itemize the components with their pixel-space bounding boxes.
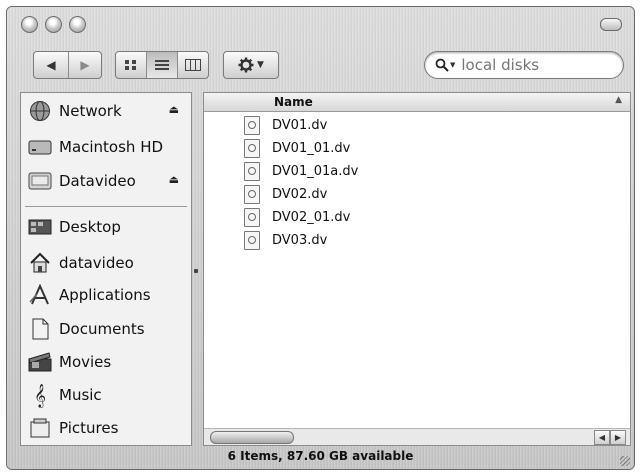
sidebar-item-documents[interactable]: Documents [27,315,187,343]
external-drive-icon [27,169,53,193]
horizontal-scrollbar[interactable]: ◀ ▶ [204,428,630,445]
file-list-pane: Name ▲ DV01.dv DV01_01.dv DV01_01a.dv DV… [203,92,631,446]
minimize-button[interactable] [45,16,62,33]
dv-file-icon [244,115,260,135]
file-row[interactable]: DV02.dv [244,183,327,205]
column-view-icon [185,59,201,71]
search-input[interactable] [459,55,614,75]
pictures-icon [27,416,53,440]
sidebar-divider [25,206,187,207]
dv-file-icon [244,207,260,227]
file-name: DV01.dv [272,117,328,133]
name-column-header[interactable]: Name [274,95,313,109]
sidebar: Network ⏏ Macintosh HD Datavideo ⏏ Deskt… [20,92,192,446]
file-name: DV01_01a.dv [272,163,359,179]
sidebar-item-label: Macintosh HD [59,138,164,156]
movies-icon [27,350,53,374]
sidebar-item-label: Applications [59,286,151,304]
hard-drive-icon [27,135,53,159]
file-name: DV01_01.dv [272,140,351,156]
action-menu-button[interactable]: ▼ [223,51,279,79]
scroll-right-arrow-icon[interactable]: ▶ [610,430,626,445]
sidebar-item-label: Movies [59,353,112,371]
sidebar-item-music[interactable]: 𝄞 Music [27,381,187,409]
applications-icon [27,283,53,307]
icon-view-icon [125,60,136,70]
sidebar-item-label: Documents [59,320,145,338]
zoom-button[interactable] [69,16,86,33]
file-name: DV03.dv [272,232,328,248]
chevron-down-icon: ▼ [257,60,264,70]
file-row[interactable]: DV01_01a.dv [244,160,358,182]
file-row[interactable]: DV02_01.dv [244,206,350,228]
dv-file-icon [244,161,260,181]
eject-icon[interactable]: ⏏ [169,173,179,186]
back-arrow-icon: ◀ [46,58,56,72]
sidebar-item-label: Datavideo [59,172,136,190]
scroll-left-arrow-icon[interactable]: ◀ [594,430,610,445]
sidebar-item-label: Desktop [59,218,121,236]
sidebar-item-network[interactable]: Network ⏏ [27,97,187,125]
sidebar-item-home[interactable]: datavideo [27,249,187,277]
close-button[interactable] [21,16,38,33]
finder-window: ◀ ▶ ▼ ▼ local disks Network ⏏ Macintosh … [6,6,635,470]
forward-arrow-icon: ▶ [80,58,90,72]
sidebar-item-label: datavideo [59,254,134,272]
column-header-bar: Name ▲ [204,93,630,112]
sidebar-resize-handle[interactable] [194,269,198,273]
file-row[interactable]: DV01_01.dv [244,137,350,159]
forward-button[interactable]: ▶ [69,52,101,78]
list-view-button[interactable] [147,52,178,78]
desktop-icon [27,215,53,239]
file-row[interactable]: DV03.dv [244,229,327,251]
window-controls [21,16,86,33]
resize-grip-icon[interactable] [620,456,630,466]
gear-icon [238,57,254,73]
view-mode-control [115,51,209,79]
file-name: DV02.dv [272,186,328,202]
scrollbar-thumb[interactable] [210,431,294,444]
file-name: DV02_01.dv [272,209,351,225]
eject-icon[interactable]: ⏏ [169,103,179,116]
icon-view-button[interactable] [116,52,147,78]
sidebar-item-datavideo-drive[interactable]: Datavideo ⏏ [27,167,187,195]
back-button[interactable]: ◀ [34,52,69,78]
dv-file-icon [244,184,260,204]
network-globe-icon [27,99,53,123]
dv-file-icon [244,230,260,250]
search-field[interactable]: ▼ [424,51,624,79]
sidebar-item-label: Network [59,102,122,120]
search-icon [435,58,449,72]
sidebar-item-pictures[interactable]: Pictures [27,414,187,442]
documents-icon [27,317,53,341]
sidebar-item-label: Pictures [59,419,119,437]
sidebar-item-desktop[interactable]: Desktop [27,213,187,241]
sidebar-item-movies[interactable]: Movies [27,348,187,376]
sidebar-item-macintosh-hd[interactable]: Macintosh HD [27,133,187,161]
list-view-icon [155,60,169,70]
file-row[interactable]: DV01.dv [244,114,327,136]
toolbar-toggle-button[interactable] [600,18,622,31]
column-view-button[interactable] [178,52,208,78]
sort-ascending-icon: ▲ [615,95,622,105]
sidebar-item-applications[interactable]: Applications [27,281,187,309]
dv-file-icon [244,138,260,158]
home-icon [27,251,53,275]
sidebar-item-label: Music [59,386,102,404]
music-icon: 𝄞 [34,383,46,407]
scroll-arrows: ◀ ▶ [594,430,626,445]
status-bar-text: 6 Items, 87.60 GB available [227,449,414,463]
search-scope-chevron-icon[interactable]: ▼ [450,61,455,69]
back-forward-control: ◀ ▶ [33,51,102,79]
